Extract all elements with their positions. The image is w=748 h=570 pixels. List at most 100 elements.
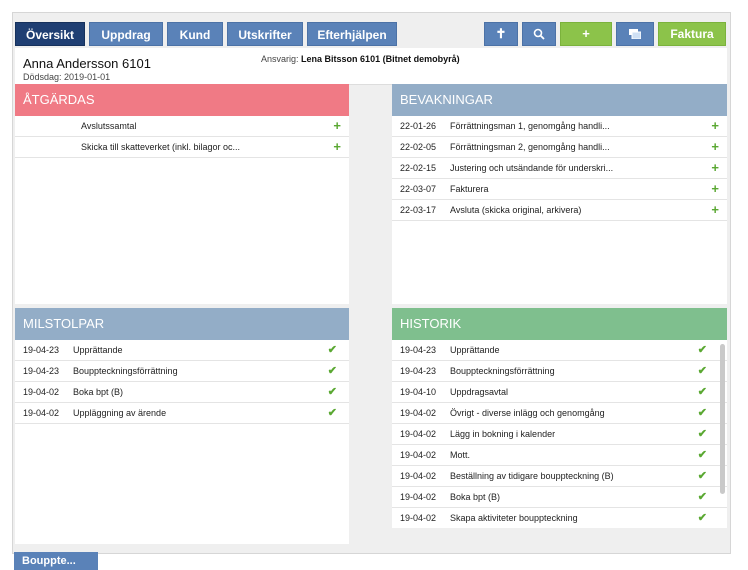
responsible: Ansvarig: Lena Bitsson 6101 (Bitnet demo… [261, 54, 460, 64]
row-date: 19-04-02 [400, 429, 437, 439]
row-text: Förrättningsman 2, genomgång handli... [450, 142, 610, 152]
row-date: 19-04-02 [400, 513, 437, 523]
list-item[interactable]: 22-02-15 Justering och utsändande för un… [392, 158, 727, 179]
plus-icon[interactable]: + [711, 179, 719, 199]
list-item[interactable]: 22-03-07 Fakturera + [392, 179, 727, 200]
row-text: Boka bpt (B) [450, 492, 501, 502]
row-text: Justering och utsändande för underskri..… [450, 163, 614, 173]
list-item[interactable]: 19-04-23 Bouppteckningsförrättning ✔ [392, 361, 727, 382]
row-text: Mott. [450, 450, 471, 460]
row-text: Beställning av tidigare bouppteckning (B… [450, 471, 614, 481]
row-date: 19-04-10 [400, 387, 437, 397]
search-icon [533, 28, 545, 40]
row-date: 19-04-23 [400, 345, 437, 355]
row-date: 22-03-07 [400, 184, 437, 194]
search-button[interactable] [522, 22, 556, 46]
row-text: Lägg in bokning i kalender [450, 429, 556, 439]
list-item[interactable]: 19-04-02 Beställning av tidigare bouppte… [392, 466, 727, 487]
atgardas-panel: ÅTGÄRDAS Avslutssamtal + Skicka till ska… [15, 84, 349, 304]
row-date: 22-02-05 [400, 142, 437, 152]
responsible-label: Ansvarig: [261, 54, 299, 64]
plus-icon[interactable]: + [711, 158, 719, 178]
tab-efterhjalpen[interactable]: Efterhjälpen [307, 22, 397, 46]
historik-title: HISTORIK [392, 308, 727, 340]
row-date: 19-04-02 [400, 471, 437, 481]
checkmark-icon: ✔ [697, 470, 707, 482]
milstolpar-panel: MILSTOLPAR 19-04-23 Upprättande ✔ 19-04-… [15, 308, 349, 544]
list-item[interactable]: 19-04-10 Uppdragsavtal ✔ [392, 382, 727, 403]
responsible-value: Lena Bitsson 6101 (Bitnet demobyrå) [301, 54, 460, 64]
checkmark-icon: ✔ [327, 365, 337, 377]
row-text: Uppläggning av ärende [73, 408, 167, 418]
row-text: Övrigt - diverse inlägg och genomgång [450, 408, 605, 418]
row-date: 22-03-17 [400, 205, 437, 215]
bouppteckning-tab[interactable]: Bouppte... [14, 552, 98, 570]
list-item[interactable]: Avslutssamtal + [15, 116, 349, 137]
invoice-button[interactable]: Faktura [658, 22, 726, 46]
row-date: 19-04-02 [23, 408, 60, 418]
death-date-value: 2019-01-01 [64, 72, 111, 82]
row-date: 19-04-02 [400, 492, 437, 502]
checkmark-icon: ✔ [697, 428, 707, 440]
bevakningar-title: BEVAKNINGAR [392, 84, 727, 116]
row-date: 22-02-15 [400, 163, 437, 173]
checkmark-icon: ✔ [697, 512, 707, 524]
death-date: Dödsdag: 2019-01-01 [23, 72, 110, 82]
historik-panel: HISTORIK 19-04-23 Upprättande ✔ 19-04-23… [392, 308, 727, 528]
row-text: Upprättande [73, 345, 123, 355]
row-text: Bouppteckningsförrättning [450, 366, 555, 376]
client-name: Anna Andersson 6101 [23, 56, 151, 71]
pin-button[interactable]: ✝ [484, 22, 518, 46]
row-text: Uppdragsavtal [450, 387, 509, 397]
row-text: Fakturera [450, 184, 489, 194]
checkmark-icon: ✔ [327, 386, 337, 398]
checkmark-icon: ✔ [697, 344, 707, 356]
add-button[interactable]: + [560, 22, 612, 46]
list-item[interactable]: Skicka till skatteverket (inkl. bilagor … [15, 137, 349, 158]
checkmark-icon: ✔ [697, 386, 707, 398]
list-item[interactable]: 22-03-17 Avsluta (skicka original, arkiv… [392, 200, 727, 221]
checkmark-icon: ✔ [327, 407, 337, 419]
plus-icon[interactable]: + [333, 137, 341, 157]
checkmark-icon: ✔ [697, 407, 707, 419]
list-item[interactable]: 22-02-05 Förrättningsman 2, genomgång ha… [392, 137, 727, 158]
plus-icon[interactable]: + [711, 116, 719, 136]
row-date: 22-01-26 [400, 121, 437, 131]
checkmark-icon: ✔ [697, 365, 707, 377]
list-item[interactable]: 19-04-02 Boka bpt (B) ✔ [15, 382, 349, 403]
plus-icon[interactable]: + [333, 116, 341, 136]
list-item[interactable]: 19-04-02 Uppläggning av ärende ✔ [15, 403, 349, 424]
list-item[interactable]: 19-04-02 Lägg in bokning i kalender ✔ [392, 424, 727, 445]
plus-icon[interactable]: + [711, 137, 719, 157]
row-text: Boka bpt (B) [73, 387, 124, 397]
row-text: Bouppteckningsförrättning [73, 366, 178, 376]
list-item[interactable]: 19-04-23 Upprättande ✔ [15, 340, 349, 361]
row-text: Avsluta (skicka original, arkivera) [450, 205, 582, 215]
window-button[interactable] [616, 22, 654, 46]
tab-utskrifter[interactable]: Utskrifter [227, 22, 303, 46]
list-item[interactable]: 19-04-23 Bouppteckningsförrättning ✔ [15, 361, 349, 382]
list-item[interactable]: 19-04-02 Skapa aktiviteter bouppteckning… [392, 508, 727, 528]
row-text: Förrättningsman 1, genomgång handli... [450, 121, 610, 131]
list-item[interactable]: 19-04-02 Mott. ✔ [392, 445, 727, 466]
row-text: Upprättande [450, 345, 500, 355]
list-item[interactable]: 19-04-02 Boka bpt (B) ✔ [392, 487, 727, 508]
death-date-label: Dödsdag: [23, 72, 62, 82]
checkmark-icon: ✔ [697, 449, 707, 461]
pin-icon: ✝ [495, 26, 507, 41]
checkmark-icon: ✔ [327, 344, 337, 356]
tab-kund[interactable]: Kund [167, 22, 223, 46]
list-item[interactable]: 19-04-02 Övrigt - diverse inlägg och gen… [392, 403, 727, 424]
row-date: 19-04-23 [400, 366, 437, 376]
historik-scrollbar[interactable] [720, 344, 725, 494]
window-icon [629, 29, 642, 40]
atgardas-title: ÅTGÄRDAS [15, 84, 349, 116]
row-date: 19-04-02 [23, 387, 60, 397]
milstolpar-title: MILSTOLPAR [15, 308, 349, 340]
list-item[interactable]: 19-04-23 Upprättande ✔ [392, 340, 727, 361]
task-text: Skicka till skatteverket (inkl. bilagor … [81, 142, 241, 152]
tab-oversikt[interactable]: Översikt [15, 22, 85, 46]
tab-uppdrag[interactable]: Uppdrag [89, 22, 163, 46]
plus-icon[interactable]: + [711, 200, 719, 220]
list-item[interactable]: 22-01-26 Förrättningsman 1, genomgång ha… [392, 116, 727, 137]
